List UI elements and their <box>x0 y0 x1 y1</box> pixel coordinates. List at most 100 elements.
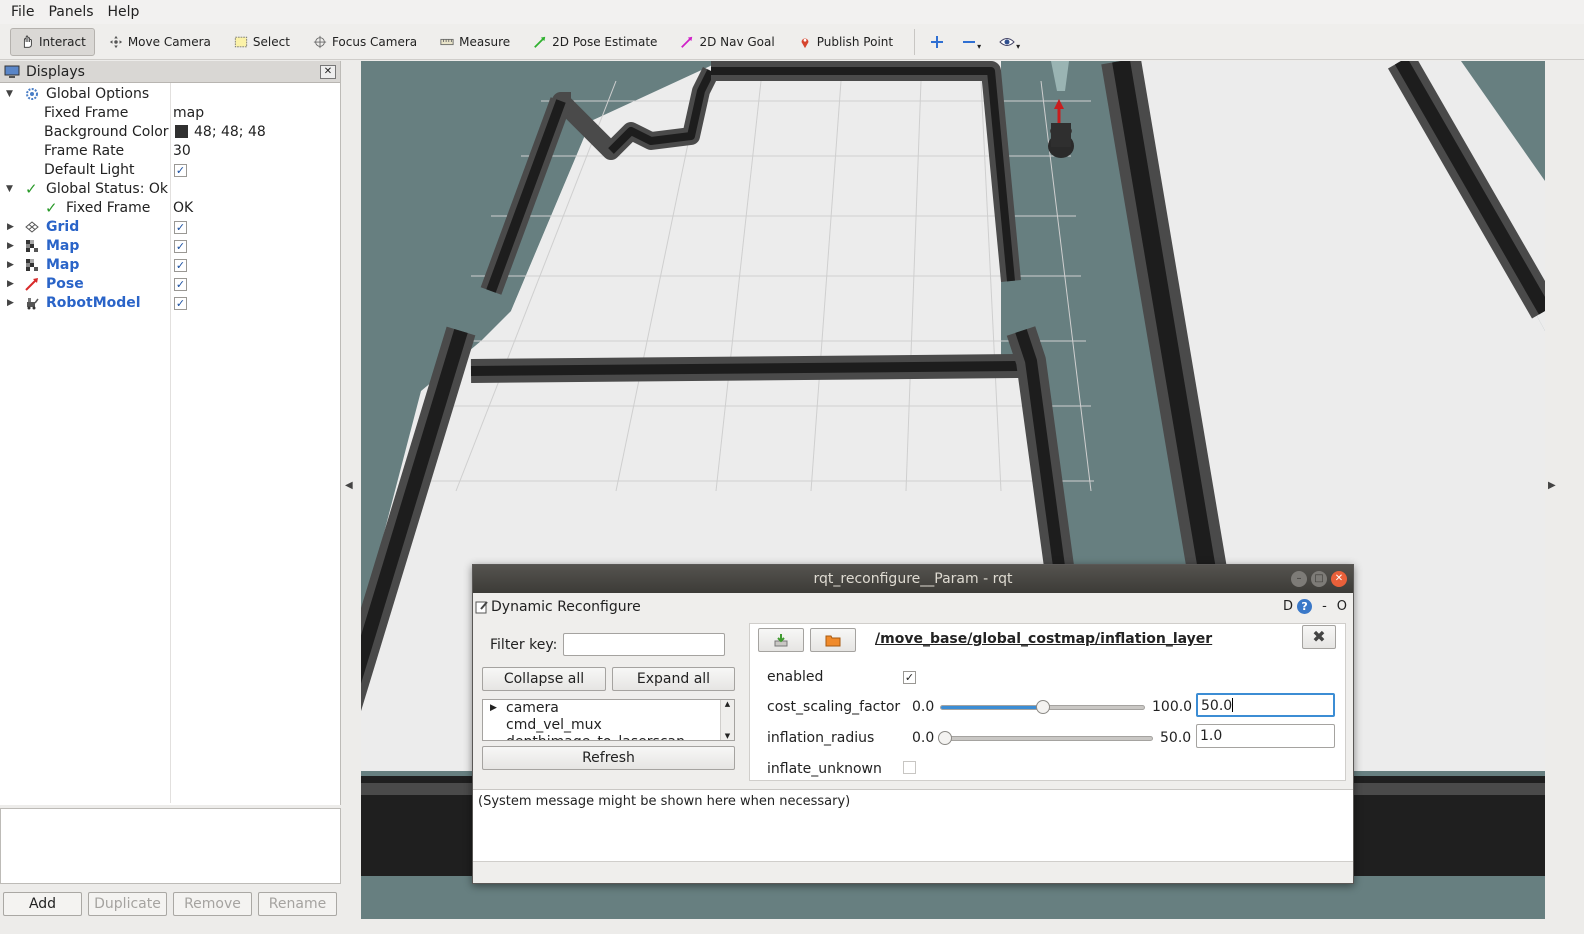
tree-row-robotmodel[interactable]: ▶ RobotModel ✓ <box>0 293 340 312</box>
global-options-label: Global Options <box>46 85 150 102</box>
hand-pointer-icon <box>23 34 32 48</box>
node-item[interactable]: cmd_vel_mux <box>483 717 734 734</box>
remove-display-button[interactable]: Remove <box>173 892 252 916</box>
param-enabled-checkbox[interactable]: ✓ <box>903 670 916 685</box>
dock-button[interactable]: D <box>1283 599 1293 614</box>
node-path-link[interactable]: /move_base/global_costmap/inflation_laye… <box>875 631 1212 647</box>
add-tool-button[interactable] <box>923 28 951 56</box>
plugin-title: Dynamic Reconfigure <box>491 599 641 615</box>
cost-scaling-value-input[interactable]: 50.0 <box>1196 693 1335 717</box>
scroll-up-icon[interactable]: ▲ <box>721 700 734 708</box>
refresh-button[interactable]: Refresh <box>482 746 735 770</box>
expand-down-icon[interactable]: ▼ <box>6 184 16 194</box>
collapse-all-button[interactable]: Collapse all <box>482 667 606 691</box>
close-node-icon[interactable]: ✖ <box>1302 625 1336 649</box>
expand-right-icon[interactable]: ▶ <box>7 298 17 308</box>
focus-camera-label: Focus Camera <box>331 34 418 49</box>
plugin-header: Dynamic Reconfigure D ? - O <box>473 593 1353 621</box>
pose-checkbox[interactable]: ✓ <box>174 276 187 292</box>
minimize-icon[interactable]: – <box>1291 571 1307 587</box>
tree-row-frame-rate[interactable]: Frame Rate 30 <box>0 141 340 160</box>
tool-bar: Interact Move Camera Select Focus Camera… <box>0 24 1584 60</box>
tree-row-status-fixed-frame[interactable]: ✓ Fixed Frame OK <box>0 198 340 217</box>
pose-estimate-label: 2D Pose Estimate <box>552 34 658 49</box>
select-tool-button[interactable]: Select <box>224 28 299 56</box>
tree-row-map-1[interactable]: ▶ Map ✓ <box>0 236 340 255</box>
maximize-icon[interactable]: □ <box>1311 571 1327 587</box>
duplicate-display-button[interactable]: Duplicate <box>88 892 167 916</box>
tree-row-grid[interactable]: ▶ Grid ✓ <box>0 217 340 236</box>
view-options-button[interactable]: ▾ <box>992 28 1027 56</box>
tree-row-map-2[interactable]: ▶ Map ✓ <box>0 255 340 274</box>
fixed-frame-value[interactable]: map <box>173 105 204 121</box>
tree-row-background-color[interactable]: Background Color 48; 48; 48 <box>0 122 340 141</box>
tree-row-default-light[interactable]: Default Light ✓ <box>0 160 340 179</box>
tree-row-pose[interactable]: ▶ Pose ✓ <box>0 274 340 293</box>
inflation-radius-value-input[interactable]: 1.0 <box>1196 724 1335 748</box>
displays-tree: ▼ Global Options Fixed Frame map Backgro… <box>0 83 340 312</box>
minimize-plugin-icon[interactable]: - <box>1322 599 1327 614</box>
scroll-down-icon[interactable]: ▼ <box>721 732 734 740</box>
focus-camera-tool-button[interactable]: Focus Camera <box>303 28 426 56</box>
menu-help[interactable]: Help <box>101 4 147 20</box>
expand-down-icon[interactable]: ▼ <box>6 89 16 99</box>
map-checkbox[interactable]: ✓ <box>174 257 187 273</box>
node-item[interactable]: depthimage_to_laserscan <box>483 734 734 740</box>
node-item[interactable]: ▶ camera <box>483 700 734 717</box>
pose-estimate-tool-button[interactable]: 2D Pose Estimate <box>523 28 666 56</box>
interact-tool-button[interactable]: Interact <box>10 27 95 56</box>
rqt-window-titlebar[interactable]: rqt_reconfigure__Param - rqt – □ ✕ <box>473 565 1353 593</box>
plus-icon <box>931 35 944 48</box>
inflation-radius-slider-handle[interactable] <box>938 731 953 745</box>
measure-label: Measure <box>459 34 511 49</box>
close-window-icon[interactable]: ✕ <box>1331 571 1347 587</box>
rename-display-button[interactable]: Rename <box>258 892 337 916</box>
cost-scaling-slider[interactable] <box>940 700 1145 714</box>
close-panel-icon[interactable]: ✕ <box>320 64 336 79</box>
publish-point-tool-button[interactable]: Publish Point <box>788 28 902 56</box>
move-camera-tool-button[interactable]: Move Camera <box>99 28 220 56</box>
param-inflate-unknown-checkbox[interactable] <box>903 761 916 778</box>
inflation-radius-value: 1.0 <box>1200 728 1223 744</box>
cost-scaling-slider-handle[interactable] <box>1035 700 1050 714</box>
expand-right-icon[interactable]: ▶ <box>7 241 17 251</box>
background-color-value[interactable]: 48; 48; 48 <box>173 124 266 140</box>
default-light-checkbox[interactable]: ✓ <box>174 162 187 178</box>
inflation-radius-slider[interactable] <box>938 731 1153 745</box>
menu-panels[interactable]: Panels <box>41 4 100 20</box>
robot-model-icon <box>27 297 39 309</box>
frame-rate-value[interactable]: 30 <box>173 143 191 159</box>
tree-row-global-status[interactable]: ▼ ✓ Global Status: Ok <box>0 179 340 198</box>
add-display-button[interactable]: Add <box>3 892 82 916</box>
inflation-radius-min: 0.0 <box>912 730 935 746</box>
ruler-icon <box>440 38 454 45</box>
move-camera-icon <box>109 35 122 48</box>
measure-tool-button[interactable]: Measure <box>430 28 519 56</box>
expand-right-icon[interactable]: ▶ <box>7 279 17 289</box>
collapse-right-icon[interactable]: ▶ <box>1548 480 1556 491</box>
map-icon <box>26 239 38 252</box>
tree-row-global-options[interactable]: ▼ Global Options <box>0 84 340 103</box>
select-label: Select <box>252 34 290 49</box>
tree-row-fixed-frame[interactable]: Fixed Frame map <box>0 103 340 122</box>
nav-goal-tool-button[interactable]: 2D Nav Goal <box>670 28 783 56</box>
expand-all-button[interactable]: Expand all <box>612 667 735 691</box>
expand-right-icon[interactable]: ▶ <box>7 260 17 270</box>
collapse-left-icon[interactable]: ◀ <box>345 480 353 491</box>
close-plugin-icon[interactable]: O <box>1337 599 1347 614</box>
remove-tool-button[interactable]: ▾ <box>955 28 988 56</box>
grid-icon <box>25 220 39 233</box>
edit-pencil-icon <box>475 601 488 614</box>
save-params-button[interactable] <box>810 628 856 652</box>
filter-key-input[interactable] <box>563 633 725 656</box>
grid-checkbox[interactable]: ✓ <box>174 219 187 235</box>
menu-file[interactable]: File <box>4 4 41 20</box>
publish-point-label: Publish Point <box>816 34 894 49</box>
map-checkbox[interactable]: ✓ <box>174 238 187 254</box>
expand-right-icon[interactable]: ▶ <box>7 222 17 232</box>
help-icon[interactable]: ? <box>1297 599 1313 614</box>
node-list-scrollbar[interactable]: ▲ ▼ <box>720 700 734 740</box>
load-params-button[interactable] <box>758 628 804 652</box>
expand-right-icon[interactable]: ▶ <box>490 703 497 713</box>
robotmodel-checkbox[interactable]: ✓ <box>174 295 187 311</box>
